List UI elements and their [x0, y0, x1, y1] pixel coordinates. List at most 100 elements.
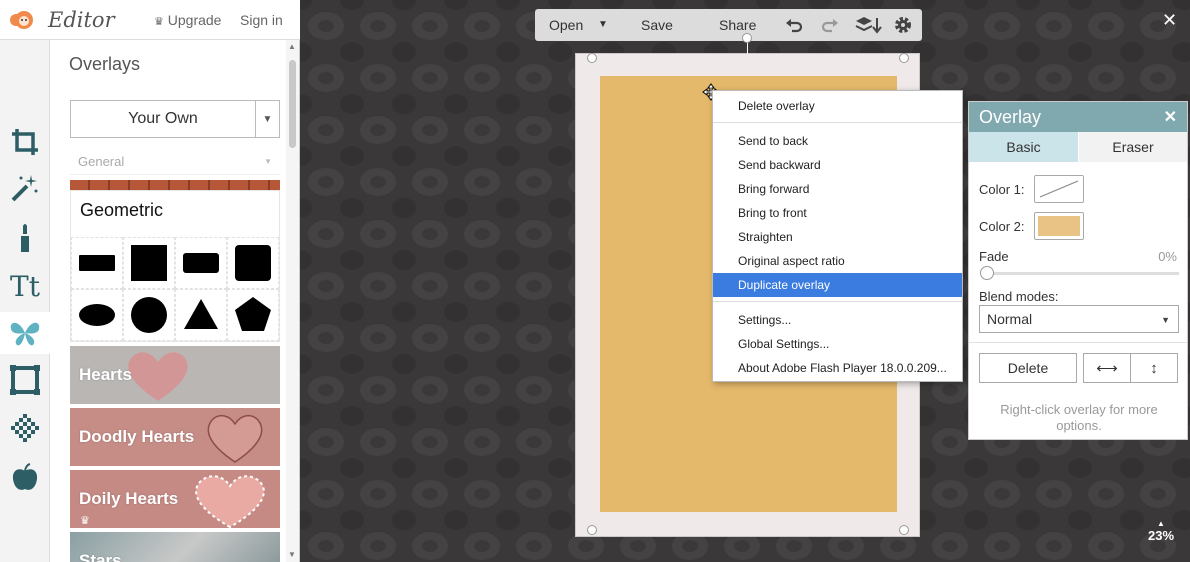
shape-rounded-rectangle[interactable] — [175, 237, 227, 289]
crown-icon: ♛ — [154, 16, 164, 28]
ctx-delete-overlay[interactable]: Delete overlay — [713, 95, 962, 117]
chevron-down-icon: ▼ — [264, 157, 272, 166]
heart-decoration-icon — [195, 475, 265, 528]
editor-toolbar: Open ▼ Save Share — [535, 9, 922, 41]
ctx-global-settings[interactable]: Global Settings... — [713, 333, 962, 355]
close-icon[interactable]: ✕ — [1164, 107, 1177, 127]
premium-crown-icon: ♛ — [80, 515, 90, 527]
scrollbar-thumb[interactable] — [289, 60, 296, 148]
ctx-straighten[interactable]: Straighten — [713, 226, 962, 248]
ctx-send-to-back[interactable]: Send to back — [713, 130, 962, 152]
tool-crop[interactable] — [5, 122, 45, 162]
butterfly-icon — [10, 322, 40, 346]
shape-pentagon[interactable] — [227, 289, 279, 341]
redo-icon[interactable] — [820, 15, 840, 35]
fade-slider-knob[interactable] — [980, 266, 994, 280]
shape-wide-rectangle[interactable] — [71, 237, 123, 289]
bricks-category-thumbnail[interactable] — [70, 180, 280, 190]
open-dropdown-chevron-icon[interactable]: ▼ — [598, 19, 608, 30]
ctx-separator — [713, 301, 962, 302]
square-icon — [131, 245, 167, 281]
open-button[interactable]: Open — [549, 17, 583, 33]
tool-frames[interactable] — [5, 360, 45, 400]
ctx-settings[interactable]: Settings... — [713, 309, 962, 331]
category-hearts[interactable]: Hearts — [70, 346, 280, 404]
tool-touch-up[interactable] — [5, 218, 45, 258]
ctx-bring-to-front[interactable]: Bring to front — [713, 202, 962, 224]
rotation-handle[interactable] — [742, 33, 752, 43]
category-filter-select[interactable]: General ▼ — [70, 151, 280, 175]
flip-vertical-button[interactable]: ↕ — [1130, 353, 1178, 383]
panel-title: Overlays — [69, 54, 141, 74]
ctx-about-flash[interactable]: About Adobe Flash Player 18.0.0.209... — [713, 357, 962, 379]
overlays-panel: Overlays Your Own ▼ General ▼ Geometric … — [50, 40, 286, 562]
save-button[interactable]: Save — [641, 17, 673, 33]
shape-triangle[interactable] — [175, 289, 227, 341]
color2-fill — [1038, 216, 1080, 236]
close-editor-icon[interactable]: ✕ — [1162, 10, 1177, 31]
magic-wand-icon — [11, 175, 38, 202]
text-icon: Tt — [10, 269, 40, 303]
sign-in-link[interactable]: Sign in — [240, 12, 283, 28]
ctx-duplicate-overlay[interactable]: Duplicate overlay — [713, 273, 962, 297]
tool-textures[interactable] — [5, 408, 45, 448]
layers-icon[interactable] — [854, 15, 882, 35]
flip-vertical-icon: ↕ — [1150, 359, 1158, 377]
shape-ellipse[interactable] — [71, 289, 123, 341]
share-button[interactable]: Share — [719, 17, 756, 33]
wide-rectangle-icon — [79, 255, 115, 271]
color2-label: Color 2: — [979, 219, 1025, 234]
tab-eraser[interactable]: Eraser — [1079, 132, 1187, 162]
monkey-logo-icon[interactable] — [8, 8, 42, 32]
gear-icon[interactable] — [893, 15, 913, 35]
scroll-down-icon[interactable]: ▼ — [288, 550, 296, 559]
tool-seasonal[interactable] — [5, 458, 45, 498]
tab-basic[interactable]: Basic — [969, 132, 1078, 162]
shape-rounded-square[interactable] — [227, 237, 279, 289]
rounded-square-icon — [235, 245, 271, 281]
category-label: Doodly Hearts — [79, 427, 195, 446]
color1-swatch[interactable] — [1034, 175, 1084, 203]
category-doily-hearts[interactable]: Doily Hearts ♛ — [70, 470, 280, 528]
resize-handle-top-right[interactable] — [899, 53, 909, 63]
brush-icon — [21, 224, 29, 252]
your-own-dropdown-button[interactable]: ▼ — [255, 100, 280, 138]
undo-icon[interactable] — [784, 15, 804, 35]
apple-icon — [12, 463, 38, 490]
left-panel: Editor ♛ Upgrade Sign in Tt Overlays You… — [0, 0, 300, 562]
scroll-up-icon[interactable]: ▲ — [288, 42, 296, 51]
geometric-title: Geometric — [80, 200, 164, 220]
resize-handle-top-left[interactable] — [587, 53, 597, 63]
ctx-send-backward[interactable]: Send backward — [713, 154, 962, 176]
zoom-indicator[interactable]: ▲ 23% — [1146, 519, 1176, 543]
delete-overlay-button[interactable]: Delete — [979, 353, 1077, 383]
category-stars[interactable]: Stars — [70, 532, 280, 562]
tool-overlays[interactable] — [5, 313, 45, 353]
resize-handle-bottom-left[interactable] — [587, 525, 597, 535]
heart-decoration-icon — [207, 414, 263, 463]
tool-effects[interactable] — [5, 168, 45, 208]
fade-value: 0% — [1158, 249, 1177, 264]
ctx-bring-forward[interactable]: Bring forward — [713, 178, 962, 200]
tool-text[interactable]: Tt — [5, 266, 45, 306]
flip-horizontal-icon: ⟷ — [1096, 360, 1118, 377]
frame-icon — [10, 365, 40, 395]
category-doodly-hearts[interactable]: Doodly Hearts — [70, 408, 280, 466]
shape-circle[interactable] — [123, 289, 175, 341]
no-color-icon — [1038, 179, 1080, 199]
your-own-button[interactable]: Your Own — [70, 100, 256, 138]
blend-mode-select[interactable]: Normal ▼ — [979, 305, 1179, 333]
flip-horizontal-button[interactable]: ⟷ — [1083, 353, 1131, 383]
color2-swatch[interactable] — [1034, 212, 1084, 240]
upgrade-link[interactable]: ♛ Upgrade — [154, 12, 221, 28]
fade-slider-track[interactable] — [987, 272, 1179, 275]
chevron-down-icon: ▼ — [1161, 315, 1170, 325]
resize-handle-bottom-right[interactable] — [899, 525, 909, 535]
texture-icon — [11, 414, 39, 442]
shape-square[interactable] — [123, 237, 175, 289]
overlay-properties-panel: Overlay ✕ Basic Eraser Color 1: Color 2:… — [968, 101, 1188, 440]
geometric-category: Geometric — [70, 190, 280, 342]
ctx-original-aspect-ratio[interactable]: Original aspect ratio — [713, 250, 962, 272]
rounded-rectangle-icon — [183, 253, 219, 273]
panel-scrollbar[interactable]: ▲ ▼ — [286, 40, 299, 562]
